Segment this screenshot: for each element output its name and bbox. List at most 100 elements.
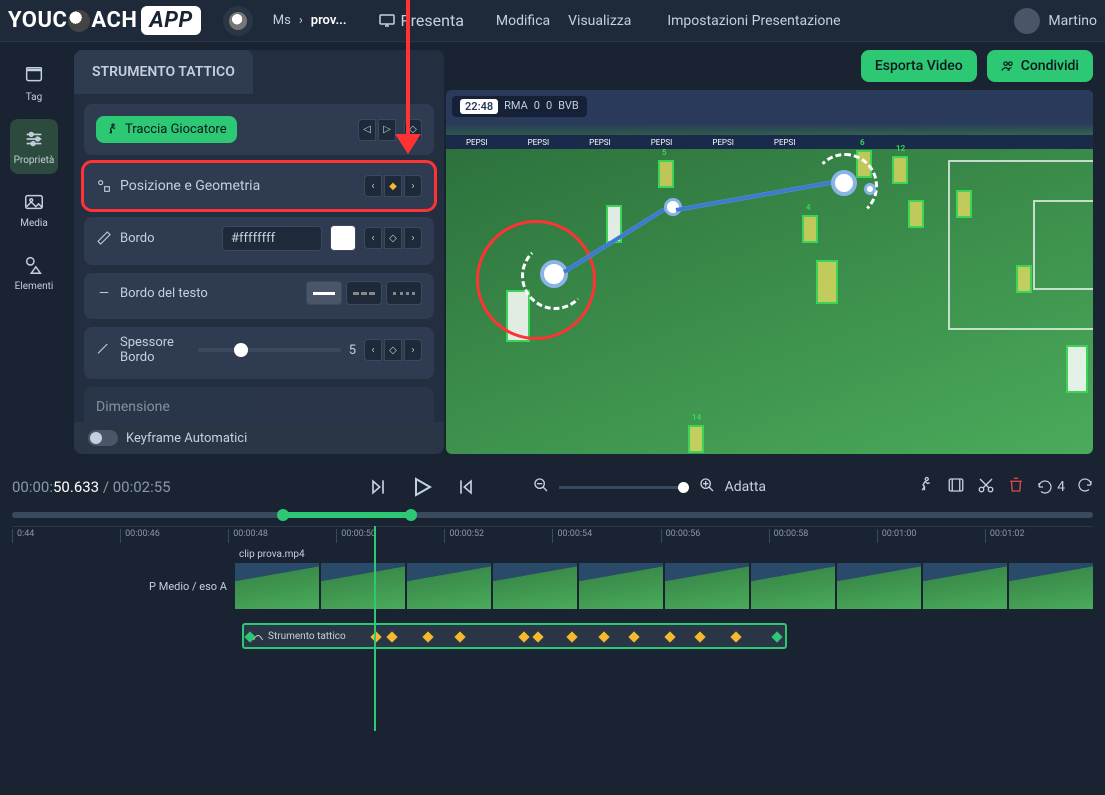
next-frame-button[interactable] — [453, 474, 479, 500]
delete-button[interactable] — [1007, 476, 1025, 498]
acc-dimensione[interactable]: Dimensione — [84, 387, 434, 422]
zoom-fit-label[interactable]: Adatta — [725, 479, 766, 495]
app-logo: YOUCACHAPP — [8, 6, 201, 35]
prev-keyframe-button[interactable]: ◁ — [358, 119, 376, 141]
spess-key-button[interactable]: ◇ — [384, 339, 402, 361]
player-marker[interactable]: 12 — [892, 156, 908, 184]
avatar — [1014, 8, 1040, 34]
player-marker[interactable] — [1016, 265, 1032, 293]
video-viewport[interactable]: PEPSIPEPSIPEPSIPEPSIPEPSIPEPSI 22:48 RMA… — [446, 90, 1093, 454]
acc-traccia-giocatore: Traccia Giocatore ◁ ▷ ◇ — [84, 104, 434, 155]
tag-icon — [22, 64, 46, 88]
dash-dashed[interactable] — [346, 281, 382, 305]
panel-footer: Keyframe Automatici — [74, 422, 444, 454]
player-marker[interactable]: 4 — [802, 215, 818, 243]
user-name: Martino — [1048, 13, 1097, 29]
export-video-button[interactable]: Esporta Video — [861, 50, 977, 82]
acc-posizione-geometria[interactable]: Posizione e Geometria ‹ ◆ › — [84, 163, 434, 209]
annotation-arrow — [406, 0, 410, 140]
bordo-prev-button[interactable]: ‹ — [364, 227, 382, 249]
undo-button[interactable]: 4 — [1037, 479, 1065, 495]
users-icon — [1001, 59, 1015, 73]
shapes-icon — [22, 253, 46, 277]
zoom-slider[interactable] — [559, 486, 689, 489]
dash-style-options — [306, 281, 422, 305]
breadcrumb: Ms › prov... — [273, 13, 347, 28]
soccer-ball-icon — [68, 10, 90, 32]
running-tool-button[interactable] — [917, 476, 935, 498]
time-ruler: 0:4400:00:4600:00:4800:00:5000:00:5200:0… — [12, 526, 1093, 543]
presenta-button[interactable]: Presenta — [379, 11, 464, 30]
project-ball-icon[interactable] — [223, 6, 253, 36]
menu-impostazioni-presentazione[interactable]: Impostazioni Presentazione — [667, 13, 840, 29]
topbar: YOUCACHAPP Ms › prov... Presenta Modific… — [0, 0, 1105, 42]
player-marker[interactable]: 14 — [688, 425, 704, 453]
thickness-icon — [96, 342, 112, 358]
running-person-icon — [106, 123, 119, 136]
bordo-key-button[interactable]: ◇ — [384, 227, 402, 249]
spessore-value: 5 — [349, 343, 356, 358]
acc-bordo-testo: — Bordo del testo — [84, 273, 434, 319]
sidebar-tag[interactable]: Tag — [18, 56, 50, 111]
present-screen-icon — [379, 14, 395, 28]
play-button[interactable] — [409, 474, 435, 500]
sidebar-elementi[interactable]: Elementi — [11, 245, 58, 300]
range-bar[interactable] — [12, 512, 1093, 518]
track-tactic: Strumento tattico — [12, 621, 1093, 651]
bordo-color-input[interactable] — [222, 226, 322, 251]
video-clip[interactable]: clip prova.mp4 — [235, 563, 1093, 609]
panel-title: STRUMENTO TATTICO — [74, 50, 253, 94]
keyframe-auto-toggle[interactable] — [88, 430, 118, 446]
acc-bordo: Bordo ‹ ◇ › — [84, 217, 434, 265]
sliders-icon — [22, 127, 46, 151]
breadcrumb-ms[interactable]: Ms — [273, 13, 291, 28]
tactic-clip[interactable]: Strumento tattico — [242, 623, 787, 649]
sidebar: Tag Proprietà Media Elementi — [0, 42, 68, 462]
viewport-column: Esporta Video Condividi PEPSIPEPSIPEPSIP… — [444, 42, 1105, 462]
brush-icon — [96, 230, 112, 246]
sidebar-proprieta[interactable]: Proprietà — [10, 119, 59, 174]
image-icon — [22, 190, 46, 214]
player-marker[interactable] — [816, 260, 838, 304]
track-video: P Medio / eso A clip prova.mp4 — [12, 561, 1093, 611]
share-button[interactable]: Condividi — [987, 50, 1093, 82]
main-menu: Modifica Visualizza Impostazioni Present… — [496, 13, 841, 29]
player-marker[interactable] — [908, 200, 924, 228]
spessore-slider[interactable] — [198, 348, 341, 352]
cut-tool-button[interactable] — [977, 476, 995, 498]
menu-modifica[interactable]: Modifica — [496, 13, 550, 29]
user-menu[interactable]: Martino — [1014, 8, 1097, 34]
next-keyframe-button[interactable]: ▷ — [378, 119, 396, 141]
redo-button[interactable] — [1077, 477, 1093, 497]
player-marker[interactable]: 5 — [658, 160, 674, 188]
playhead[interactable] — [374, 526, 376, 731]
zoom-out-button[interactable] — [533, 477, 549, 497]
spess-prev-button[interactable]: ‹ — [364, 339, 382, 361]
ad-banner: PEPSIPEPSIPEPSIPEPSIPEPSIPEPSI — [446, 135, 1093, 149]
bordo-next-button[interactable]: › — [404, 227, 422, 249]
traccia-giocatore-pill[interactable]: Traccia Giocatore — [96, 116, 237, 143]
sidebar-media[interactable]: Media — [16, 182, 52, 237]
spess-next-button[interactable]: › — [404, 339, 422, 361]
player-marker[interactable] — [1066, 345, 1088, 393]
dash-dotted[interactable] — [386, 281, 422, 305]
geometry-icon — [96, 178, 112, 194]
film-tool-button[interactable] — [947, 476, 965, 498]
player-marker[interactable] — [956, 190, 972, 218]
geo-key-button[interactable]: ◆ — [384, 175, 402, 197]
track-label: P Medio / eso A — [12, 580, 235, 593]
time-display: 00:00:50.633 / 00:02:55 — [12, 478, 171, 496]
menu-visualizza[interactable]: Visualizza — [568, 13, 631, 29]
acc-spessore-bordo: Spessore Bordo 5 ‹ ◇ › — [84, 327, 434, 379]
property-panel: STRUMENTO TATTICO Traccia Giocatore ◁ ▷ … — [74, 50, 444, 454]
bordo-color-swatch[interactable] — [330, 225, 356, 251]
timeline: 00:00:50.633 / 00:02:55 Adatta 4 0:4400:… — [0, 462, 1105, 731]
score-overlay: 22:48 RMA 0 0 BVB — [452, 96, 587, 117]
zoom-in-button[interactable] — [699, 477, 715, 497]
geo-prev-button[interactable]: ‹ — [364, 175, 382, 197]
breadcrumb-current[interactable]: prov... — [311, 13, 347, 28]
timeline-controls: 00:00:50.633 / 00:02:55 Adatta 4 — [12, 470, 1093, 508]
geo-next-button[interactable]: › — [404, 175, 422, 197]
dash-solid[interactable] — [306, 281, 342, 305]
prev-frame-button[interactable] — [365, 474, 391, 500]
